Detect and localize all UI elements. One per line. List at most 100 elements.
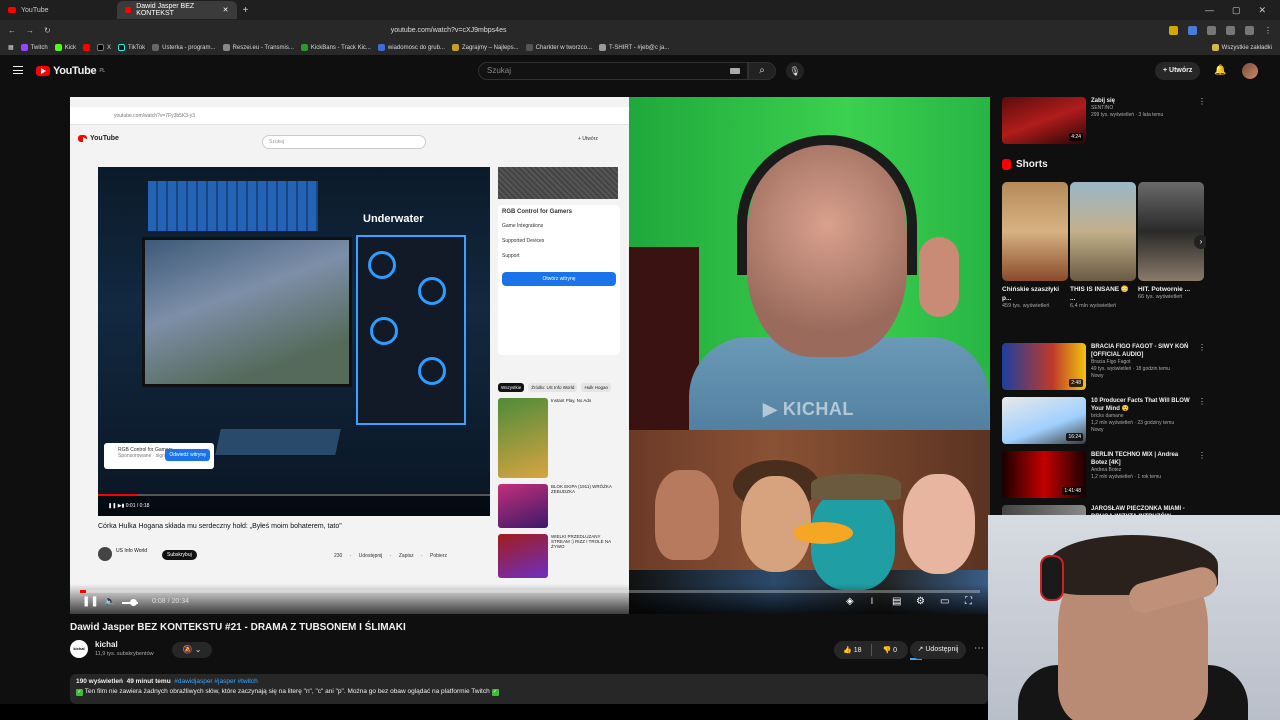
bookmark-tshirt[interactable]: T-SHIRT - #jeb@c ja... <box>598 44 669 51</box>
shorts-next-arrow-icon[interactable]: › <box>1194 235 1206 249</box>
recommended-video[interactable]: 1:41:48 BERLIN TECHNO MIX | Andrea Botez… <box>1002 451 1206 498</box>
inner-search-input: Szukaj <box>262 135 426 149</box>
inner-chip-row: Wszystkie Źródło: US Info World Hulk Hog… <box>498 383 620 392</box>
voice-search-button[interactable]: 🎙 <box>786 62 804 80</box>
new-tab-icon[interactable]: + <box>243 5 249 16</box>
headphones <box>737 135 917 275</box>
browser-tab-active[interactable]: Dawid Jasper BEZ KONTEKST ✕ <box>116 1 237 19</box>
recommended-video[interactable]: 16:24 10 Producer Facts That Will BLOW Y… <box>1002 397 1206 444</box>
thumbnail: 2:48 <box>1002 343 1086 390</box>
close-tab-icon[interactable]: ✕ <box>223 6 229 14</box>
bookmark-kick[interactable]: Kick <box>54 44 76 51</box>
extensions-puzzle-icon[interactable] <box>1207 25 1216 35</box>
extension-icon[interactable] <box>1188 25 1197 35</box>
tiktok-icon <box>118 44 126 51</box>
browser-tab-youtube[interactable]: YouTube <box>0 1 57 19</box>
duration-badge: 16:24 <box>1066 433 1083 441</box>
more-options-icon[interactable]: ⋮ <box>1198 343 1206 390</box>
dislike-button[interactable]: 👎 0 <box>872 646 909 654</box>
shorts-heading: Shorts <box>1002 159 1048 170</box>
bookmark-youtube[interactable] <box>83 44 91 51</box>
more-options-icon[interactable]: ⋮ <box>1198 397 1206 444</box>
channel-name[interactable]: kichal <box>95 640 118 649</box>
maximize-icon[interactable]: ▢ <box>1232 5 1241 16</box>
hashtags[interactable]: #dawidjasper #jasper #twitch <box>174 678 257 685</box>
more-options-icon[interactable]: ⋮ <box>1198 97 1206 144</box>
recommended-video[interactable]: 2:48 BRACIA FIGO FAGOT - SIWY KOŃ [OFFIC… <box>1002 343 1206 390</box>
more-actions-icon[interactable]: ⋯ <box>974 643 984 654</box>
description-meta: 190 wyświetleń 49 minut temu #dawidjaspe… <box>76 678 258 685</box>
youtube-icon <box>83 44 91 51</box>
person-hand <box>919 237 959 317</box>
video-player[interactable]: youtube.com/watch?v=7Fy3b5K3-y3 YouTube … <box>70 97 990 614</box>
more-options-icon[interactable]: ⋮ <box>1198 451 1206 498</box>
subscription-bell-button[interactable]: 🔕 ⌄ <box>172 642 212 658</box>
sidebar-icon[interactable] <box>1226 25 1235 35</box>
youtube-logo[interactable]: YouTube PL <box>36 65 105 77</box>
led-shelf <box>148 181 318 231</box>
progress-bar[interactable] <box>80 590 980 593</box>
settings-gear-icon[interactable]: ⚙ <box>916 596 925 607</box>
youtube-favicon-icon <box>8 7 16 13</box>
bookmark-tiktok[interactable]: TikTok <box>118 44 145 51</box>
pause-icon[interactable]: ❚❚ <box>82 596 99 607</box>
bookmark-reszei[interactable]: Reszei.eu - Transmis... <box>222 44 294 51</box>
create-button[interactable]: + Utwórz <box>1155 62 1201 80</box>
bookmark-usterka[interactable]: Usterka - program... <box>152 44 216 51</box>
all-bookmarks[interactable]: Wszystkie zakładki <box>1211 44 1272 51</box>
site-icon <box>451 44 459 51</box>
video-info: JAROSŁAW PIECZONKA MIAMI - DRUGA WIZYTA … <box>1091 506 1185 515</box>
bookmark-wiadomosc[interactable]: wiadomosc do grub... <box>377 44 445 51</box>
recommended-video[interactable]: JAROSŁAW PIECZONKA MIAMI - DRUGA WIZYTA … <box>1002 505 1206 515</box>
bookmark-twitch[interactable]: Twitch <box>20 44 48 51</box>
inner-rec-item: BLOK EKIPA (1911) WRÓŻKA ZEBUDZKA <box>498 484 620 528</box>
screen-capture-browser: youtube.com/watch?v=7Fy3b5K3-y3 YouTube … <box>70 97 630 614</box>
autoplay-toggle[interactable]: ⏽ <box>868 596 876 607</box>
fullscreen-icon[interactable]: ⛶ <box>965 596 972 607</box>
account-avatar[interactable] <box>1242 63 1258 79</box>
notifications-bell-icon[interactable]: 🔔 <box>1214 65 1226 76</box>
bookmark-charkter[interactable]: Charkter w tworzco... <box>525 44 592 51</box>
channel-avatar[interactable]: kichal <box>70 640 88 658</box>
inner-player-controls: ❚❚ ▶▮ 0:01 / 0:18 <box>98 496 490 516</box>
short-item[interactable]: Chińskie szaszłyki p... 459 tys. wyświet… <box>1002 182 1068 309</box>
pc-case <box>356 235 466 425</box>
chapters-icon[interactable]: ◈ <box>846 596 854 607</box>
url-field[interactable]: youtube.com/watch?v=cXJ9mbps4es <box>391 27 507 34</box>
close-window-icon[interactable]: ✕ <box>1258 5 1266 16</box>
keyboard-icon[interactable] <box>730 68 740 74</box>
inner-ad-banner <box>498 167 618 199</box>
site-icon <box>525 44 533 51</box>
inner-visit-button: Odwiedź witrynę <box>165 449 210 461</box>
tab-label: YouTube <box>21 6 49 14</box>
recommended-video[interactable]: 4:24 Zabij się SENTINO 299 tys. wyświetl… <box>1002 97 1206 144</box>
inner-rec-item: WIELKI PRZEDLUZANY STREAM :) RIZZ I TROL… <box>498 534 620 578</box>
search-button[interactable]: ⌕ <box>748 62 776 80</box>
subtitles-icon[interactable]: ▤ <box>892 596 901 607</box>
hamburger-menu-icon[interactable] <box>13 66 23 74</box>
video-title: Dawid Jasper BEZ KONTEKSTU #21 - DRAMA Z… <box>70 622 406 633</box>
bookmark-kickbans[interactable]: KickBans - Track Kic... <box>300 44 371 51</box>
volume-icon[interactable]: 🔈 <box>104 596 116 607</box>
volume-knob[interactable] <box>130 599 137 606</box>
duration-badge: 1:41:48 <box>1062 487 1083 495</box>
menu-dots-icon[interactable]: ⋮ <box>1264 26 1272 35</box>
short-item[interactable]: THIS IS INSANE 😳 ... 6,4 mln wyświetleń <box>1070 182 1136 309</box>
bookmark-zagrajmy[interactable]: Zagrajmy – Najleps... <box>451 44 519 51</box>
back-icon[interactable]: ← <box>8 26 16 35</box>
share-button[interactable]: ↗ Udostępnij <box>910 641 966 659</box>
youtube-header: YouTube PL Szukaj ⌕ 🎙 + Utwórz 🔔 <box>0 56 1280 88</box>
bookmark-x[interactable]: X <box>97 44 111 51</box>
progress-fill <box>80 590 86 593</box>
forward-icon[interactable]: → <box>26 26 34 35</box>
theater-mode-icon[interactable]: ▭ <box>940 596 949 607</box>
minimize-icon[interactable]: — <box>1205 5 1214 16</box>
like-button[interactable]: 👍 18 <box>834 646 871 654</box>
search-input[interactable]: Szukaj <box>478 62 748 80</box>
extension-icon[interactable] <box>1169 25 1178 35</box>
profile-icon[interactable] <box>1245 25 1254 35</box>
inner-url-bar: youtube.com/watch?v=7Fy3b5K3-y3 <box>70 107 630 125</box>
apps-grid-icon[interactable]: ▦ <box>8 44 14 51</box>
description-box[interactable]: 190 wyświetleń 49 minut temu #dawidjaspe… <box>70 674 988 704</box>
reload-icon[interactable]: ↻ <box>44 26 51 35</box>
